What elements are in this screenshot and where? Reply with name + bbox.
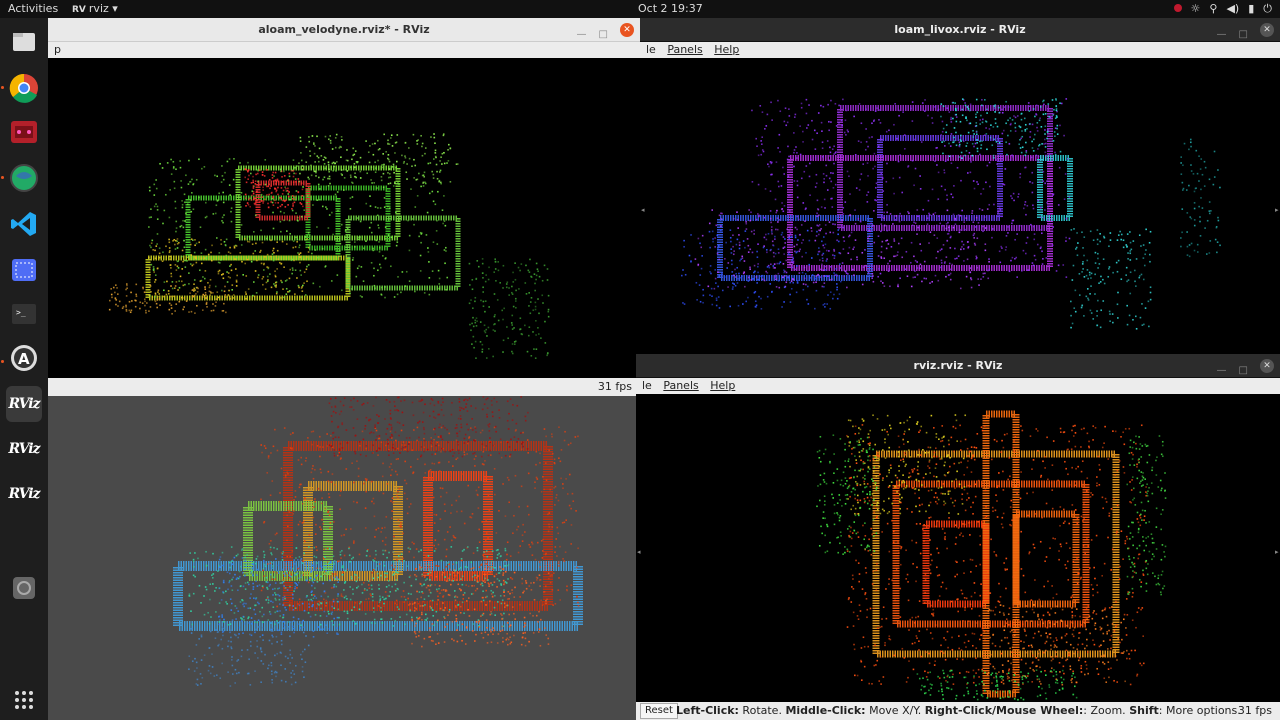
point-cloud-view[interactable] [636,394,1280,702]
help-key: Shift [1129,704,1159,717]
activities-button[interactable]: Activities [8,2,58,15]
window-titlebar[interactable]: aloam_velodyne.rviz* - RViz — □ ✕ [48,18,640,42]
help-key: Right-Click/Mouse Wheel: [924,704,1084,717]
help-desc: : Zoom. [1083,704,1130,717]
chevron-down-icon: ▾ [112,2,118,15]
help-desc: Move X/Y. [865,704,925,717]
app-red-icon[interactable] [6,114,42,150]
show-apps-icon[interactable] [6,682,42,718]
help-key: Middle-Click: [785,704,866,717]
network-icon[interactable]: ⚲ [1209,2,1217,16]
rviz-label: RViz [8,486,40,502]
render-view[interactable]: ◂ ▸ [636,394,1280,702]
menu-panels[interactable]: Panels [663,379,698,392]
battery-icon[interactable]: ▮ [1248,2,1254,16]
files-icon[interactable] [6,24,42,60]
desktop: Activities RV rviz ▾ Oct 2 19:37 ☼ ⚲ ◀) ▮… [0,0,1280,720]
fps-label: 31 fps [597,380,632,393]
record-icon[interactable] [1173,4,1182,12]
volume-icon[interactable]: ◀) [1226,2,1239,16]
mouse-help-text: Left-Click: Rotate. Middle-Click: Move X… [676,702,1241,720]
running-indicator [1,86,4,89]
clock[interactable]: Oct 2 19:37 [638,2,703,15]
rviz-gray-window[interactable] [48,396,636,720]
menu-panels[interactable]: Panels [667,43,702,56]
app-menu-label: rviz [88,2,109,15]
rviz-app-icon: RV [72,5,86,15]
help-desc: : More options. [1158,704,1241,717]
window-titlebar[interactable]: rviz.rviz - RViz — □ ✕ [636,354,1280,378]
window-titlebar[interactable]: loam_livox.rviz - RViz — □ ✕ [640,18,1280,42]
rviz-icon[interactable]: RViz [6,431,42,467]
svg-text:>_: >_ [16,308,26,317]
terminal-icon[interactable]: >_ [6,296,42,332]
status-bar: Reset Left-Click: Rotate. Middle-Click: … [636,702,1280,720]
panel-collapse-handle[interactable]: ▸ [1275,206,1279,214]
close-icon[interactable]: ✕ [1260,359,1274,373]
menu-bar: p [48,42,640,58]
software-center-icon[interactable]: A [6,340,42,376]
disk-icon[interactable] [6,570,42,606]
menu-bar: le Panels Help [636,378,1280,394]
dock: >_ A RViz RViz RViz [0,18,48,720]
window-title: loam_livox.rviz - RViz [894,23,1026,36]
vscode-icon[interactable] [6,206,42,242]
brightness-icon[interactable]: ☼ [1191,2,1201,16]
close-icon[interactable]: ✕ [1260,23,1274,37]
help-key: Left-Click: [676,704,739,717]
point-cloud-view[interactable] [48,396,636,720]
top-bar: Activities RV rviz ▾ Oct 2 19:37 ☼ ⚲ ◀) ▮… [0,0,1280,18]
panel-collapse-handle[interactable]: ◂ [637,548,641,556]
menu-help[interactable]: p [54,43,61,56]
point-cloud-view[interactable] [48,58,640,378]
rviz-label: RViz [8,441,40,457]
point-cloud-view[interactable] [640,58,1280,354]
aloam-velodyne-window[interactable]: aloam_velodyne.rviz* - RViz — □ ✕ p 31 f… [48,18,640,396]
power-icon[interactable]: ⏻ [1263,2,1272,16]
menu-help[interactable]: Help [714,43,739,56]
screenshot-icon[interactable] [6,252,42,288]
rviz-icon[interactable]: RViz [6,476,42,512]
reset-button[interactable]: Reset [640,703,678,719]
running-indicator [1,176,4,179]
status-bar: 31 fps [48,378,640,396]
app-menu[interactable]: RV rviz ▾ [72,2,118,15]
rviz-icon[interactable]: RViz [6,386,42,422]
menu-bar: le Panels Help [640,42,1280,58]
system-tray[interactable]: ☼ ⚲ ◀) ▮ ⏻ [1173,2,1272,16]
loam-livox-window[interactable]: loam_livox.rviz - RViz — □ ✕ le Panels H… [640,18,1280,354]
globe-icon[interactable] [6,160,42,196]
menu-file[interactable]: le [646,43,656,56]
menu-file[interactable]: le [642,379,652,392]
render-view[interactable]: ◂ ▸ [640,58,1280,354]
panel-collapse-handle[interactable]: ◂ [641,206,645,214]
help-desc: Rotate. [738,704,786,717]
chrome-icon[interactable] [6,70,42,106]
menu-help[interactable]: Help [710,379,735,392]
running-indicator [1,360,4,363]
window-title: aloam_velodyne.rviz* - RViz [258,23,430,36]
close-icon[interactable]: ✕ [620,23,634,37]
rviz-window[interactable]: rviz.rviz - RViz — □ ✕ le Panels Help ◂ … [636,354,1280,720]
rviz-label: RViz [8,396,40,412]
fps-label: 31 fps [1237,704,1272,717]
panel-collapse-handle[interactable]: ▸ [1275,548,1279,556]
render-view[interactable] [48,58,640,378]
svg-text:A: A [18,350,30,368]
window-title: rviz.rviz - RViz [913,359,1003,372]
